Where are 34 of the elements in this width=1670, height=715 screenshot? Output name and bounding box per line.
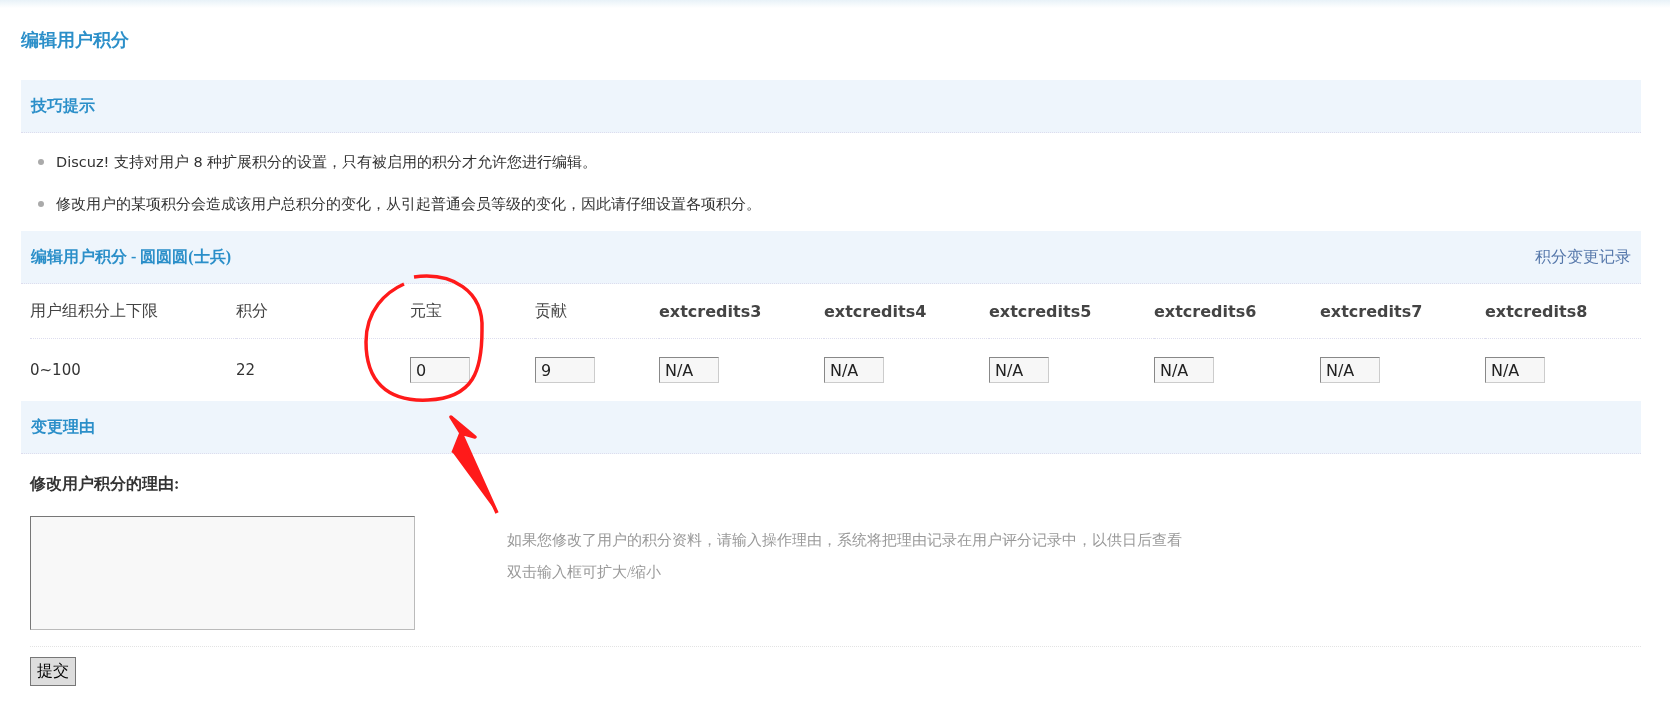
bullet-icon: [38, 201, 44, 207]
submit-button[interactable]: 提交: [30, 657, 76, 686]
column-header: extcredits8: [1485, 300, 1589, 323]
section-title: 技巧提示: [31, 95, 95, 116]
column-header: extcredits6: [1154, 300, 1258, 323]
page-title: 编辑用户积分: [21, 29, 130, 52]
tip-text: 修改用户的某项积分会造成该用户总积分的变化，从引起普通会员等级的变化，因此请仔细设置各项积分。: [56, 194, 761, 214]
bullet-icon: [38, 159, 44, 165]
column-header: 贡献: [535, 300, 568, 321]
hint-text: 双击输入框可扩大/缩小: [507, 563, 663, 582]
column-header: extcredits5: [989, 300, 1093, 323]
column-header: extcredits4: [824, 300, 928, 323]
table-cell: 22: [236, 361, 256, 379]
column-header: extcredits7: [1320, 300, 1424, 323]
credit-log-link[interactable]: 积分变更记录: [1535, 246, 1631, 268]
credit-input[interactable]: N/A: [989, 357, 1049, 383]
column-header: 积分: [236, 300, 269, 321]
section-title: 变更理由: [31, 416, 95, 437]
hint-text: 如果您修改了用户的积分资料，请输入操作理由，系统将把理由记录在用户评分记录中，以供日后查看: [507, 531, 1182, 550]
column-header: extcredits3: [659, 300, 763, 323]
credit-input[interactable]: N/A: [1154, 357, 1214, 383]
tip-text: Discuz! 支持对用户 8 种扩展积分的设置，只有被启用的积分才允许您进行编辑。: [56, 152, 598, 172]
credit-input[interactable]: 0: [410, 357, 470, 383]
table-cell: 0~100: [30, 361, 81, 379]
reason-field[interactable]: [30, 516, 415, 630]
column-header: 元宝: [410, 300, 443, 321]
credit-input[interactable]: N/A: [659, 357, 719, 383]
field-label: 修改用户积分的理由:: [30, 474, 181, 494]
section-title: 编辑用户积分 - 圆圆圆(士兵): [31, 246, 231, 268]
credit-input[interactable]: N/A: [1485, 357, 1545, 383]
column-header: 用户组积分上下限: [30, 300, 159, 321]
credit-input[interactable]: N/A: [1320, 357, 1380, 383]
credit-input[interactable]: 9: [535, 357, 595, 383]
credit-input[interactable]: N/A: [824, 357, 884, 383]
